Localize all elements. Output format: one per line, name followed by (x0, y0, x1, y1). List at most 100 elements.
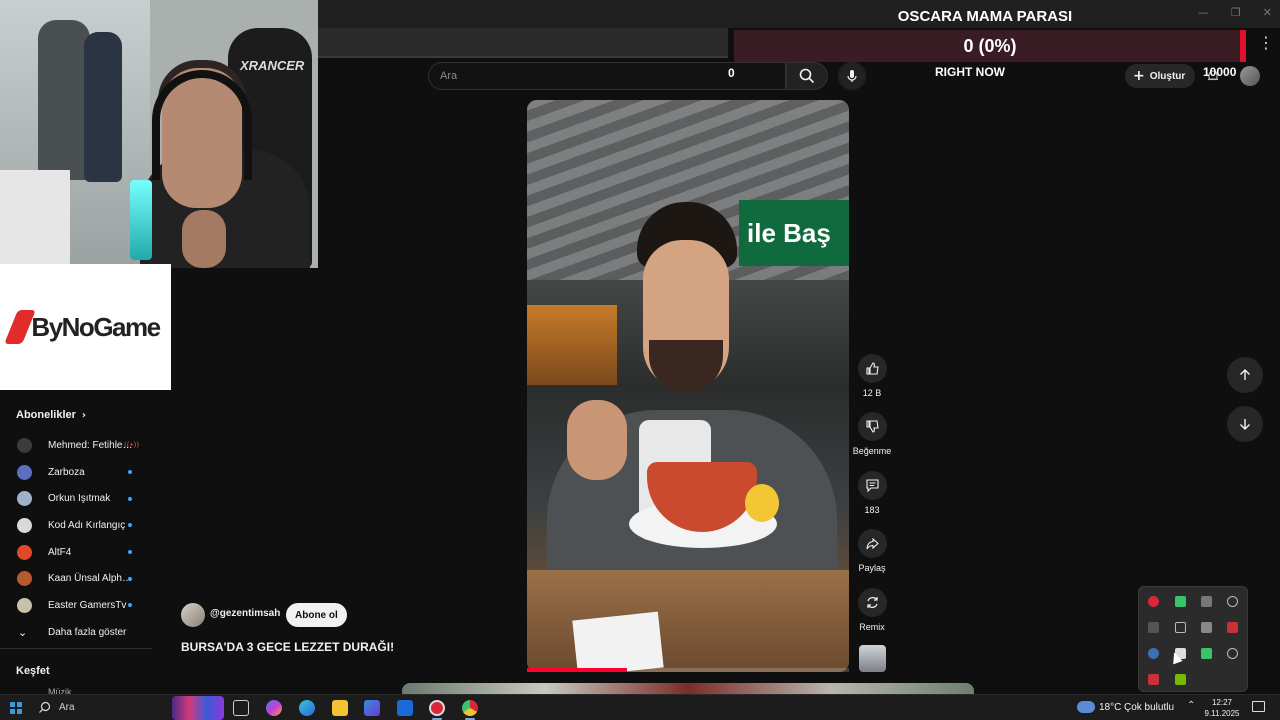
minimize-icon[interactable]: — (1198, 6, 1209, 19)
next-short-button[interactable] (1227, 406, 1263, 442)
search-highlight-image[interactable] (172, 696, 224, 720)
sound-thumbnail[interactable] (859, 645, 886, 672)
clock-time: 12:27 (1211, 698, 1233, 707)
channel-avatar-icon (17, 597, 32, 613)
subscriptions-header[interactable]: Abonelikler › (16, 409, 86, 421)
remix-icon (867, 597, 878, 608)
tray-app-icon[interactable] (1148, 622, 1159, 633)
restore-icon[interactable]: ❐ (1231, 6, 1241, 19)
channel-avatar[interactable] (181, 603, 205, 627)
sidebar-channel-item[interactable]: Mehmed: Fetihle… ((•)) (0, 432, 155, 459)
edge-icon[interactable] (299, 700, 315, 716)
sidebar-channel-item[interactable]: Easter GamersTv (0, 592, 155, 619)
task-view-icon[interactable] (233, 700, 249, 716)
account-avatar[interactable] (1240, 66, 1260, 86)
new-content-dot-icon (128, 470, 132, 475)
new-content-dot-icon (128, 603, 132, 608)
microphone-icon (847, 70, 857, 82)
tray-nvidia-icon[interactable] (1175, 674, 1186, 685)
tray-app-icon[interactable] (1227, 596, 1238, 607)
chrome-icon[interactable] (462, 700, 478, 716)
video-title: BURSA'DA 3 GECE LEZZET DURAĞI! (181, 640, 395, 654)
sidebar-channel-item[interactable]: Kod Adı Kırlangıç (0, 512, 155, 539)
sidebar-channel-name: Zarboza (48, 466, 85, 478)
chair-brand-text: XRANCER (240, 58, 305, 73)
video-lemon (745, 484, 779, 522)
tray-steam-icon[interactable] (1148, 648, 1159, 659)
weather-condition[interactable]: Çok bulutlu (1124, 702, 1174, 713)
show-more-button[interactable]: ⌄ Daha fazla göster (0, 619, 155, 646)
subscriptions-title: Abonelikler (16, 409, 76, 421)
close-icon[interactable]: ✕ (1263, 6, 1272, 19)
comments-button[interactable] (858, 471, 887, 500)
outlook-icon[interactable] (397, 700, 413, 716)
tray-play-icon[interactable] (1201, 648, 1212, 659)
short-video-player[interactable]: ile Baş (527, 100, 849, 672)
sidebar-channel-name: Kod Adı Kırlangıç (48, 519, 126, 531)
comment-count: 183 (864, 505, 880, 515)
remix-button[interactable] (858, 588, 887, 617)
search-button[interactable] (786, 62, 828, 90)
video-progress-bar[interactable] (527, 668, 849, 672)
search-icon (799, 68, 815, 84)
tray-network-icon[interactable] (1201, 596, 1212, 607)
weather-cloud-icon[interactable] (1077, 701, 1095, 713)
channel-handle[interactable]: @gezentimsah (210, 608, 280, 619)
remix-label: Remix (859, 622, 885, 632)
webcam-jacket (84, 32, 122, 182)
sidebar-channel-name: Orkun Işıtmak (48, 493, 111, 505)
create-button[interactable]: + Oluştur (1125, 64, 1196, 88)
file-explorer-icon[interactable] (332, 700, 348, 716)
tray-app-icon[interactable] (1175, 596, 1186, 607)
live-indicator-icon: ((•)) (124, 441, 140, 450)
windows-start-icon[interactable] (10, 702, 22, 714)
clock-date: 9.11.2025 (1204, 709, 1240, 718)
notification-center-icon[interactable] (1252, 701, 1265, 712)
taskbar-clock[interactable]: 12:27 9.11.2025 (1200, 697, 1244, 719)
show-hidden-icons-chevron-up-icon[interactable]: ⌃ (1187, 700, 1195, 711)
copilot-icon[interactable] (266, 700, 282, 716)
overlay-counter: 0 (728, 66, 735, 80)
share-button[interactable] (858, 529, 887, 558)
tray-app-icon[interactable] (1148, 674, 1159, 685)
tray-flyout (1138, 586, 1248, 692)
tray-display-icon[interactable] (1175, 622, 1186, 633)
taskbar-search-label[interactable]: Ara (59, 702, 75, 713)
arrow-down-icon (1240, 419, 1250, 430)
sidebar-channel-item[interactable]: Orkun Işıtmak (0, 485, 155, 512)
share-icon (866, 537, 879, 550)
donation-status: RIGHT NOW (935, 65, 1005, 79)
voice-search-button[interactable] (838, 62, 866, 90)
like-button[interactable] (858, 354, 887, 383)
streamer-webcam: XRANCER (0, 0, 318, 268)
tray-app-icon[interactable] (1227, 648, 1238, 659)
taskbar-search-icon[interactable] (38, 701, 51, 714)
more-options-icon[interactable]: ⋮ (1258, 33, 1274, 52)
previous-short-button[interactable] (1227, 357, 1263, 393)
tray-app-icon[interactable] (1148, 596, 1159, 607)
sidebar: Abonelikler › Mehmed: Fetihle… ((•)) Zarbo… (0, 398, 155, 697)
channel-avatar-icon (17, 491, 32, 507)
thumbs-down-icon (866, 420, 879, 433)
arrow-up-icon (1240, 369, 1250, 380)
sidebar-channel-item[interactable]: Kaan Ünsal Alph… (0, 565, 155, 592)
obs-icon[interactable] (429, 700, 445, 716)
subscribe-button[interactable]: Abone ol (286, 603, 347, 627)
sidebar-channel-item[interactable]: Zarboza (0, 459, 155, 486)
new-content-dot-icon (128, 576, 132, 581)
donation-goal: 10000 (1203, 65, 1237, 79)
donation-progress-bar: 0 (0%) (734, 30, 1246, 62)
dislike-button[interactable] (858, 412, 887, 441)
tray-microphone-icon[interactable] (1227, 622, 1238, 633)
create-button-label: Oluştur (1149, 70, 1186, 82)
new-content-dot-icon (128, 496, 132, 501)
browser-address-bar[interactable] (318, 28, 728, 58)
microsoft-store-icon[interactable] (364, 700, 380, 716)
channel-avatar-icon (17, 571, 32, 587)
sidebar-channel-item[interactable]: AltF4 (0, 539, 155, 566)
tray-volume-icon[interactable] (1201, 622, 1212, 633)
webcam-lamp (130, 180, 152, 260)
weather-temperature[interactable]: 18°C (1099, 702, 1121, 713)
thumbs-up-icon (866, 362, 879, 375)
channel-avatar-icon (17, 437, 32, 453)
